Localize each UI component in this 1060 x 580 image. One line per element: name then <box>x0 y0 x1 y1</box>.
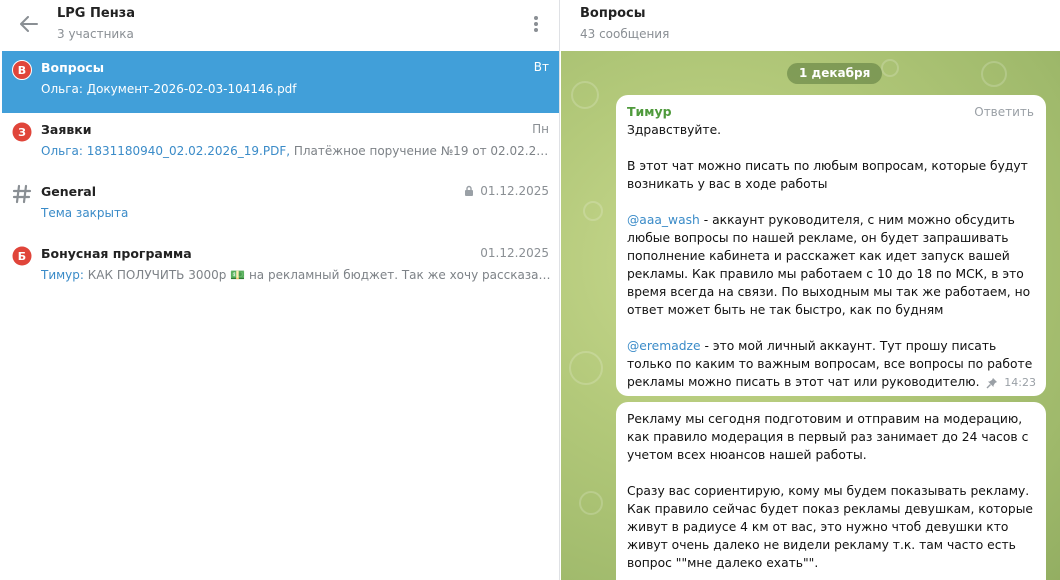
message-text: Рекламу мы сегодня подготовим и отправим… <box>627 412 1029 462</box>
date-separator: 1 декабря <box>787 63 883 84</box>
preview-sender: Тимур: <box>41 268 84 282</box>
topic-date: 01.12.2025 <box>464 184 549 198</box>
preview-sender: Ольга: 1831180940_02.02.2026_19.PDF, <box>41 144 291 158</box>
hash-icon <box>12 184 32 204</box>
topic-badge-icon: В <box>12 60 32 80</box>
topic-date: 01.12.2025 <box>480 246 549 260</box>
lock-icon <box>465 185 474 196</box>
topic-date: Вт <box>533 60 549 74</box>
group-menu-button[interactable] <box>524 10 548 38</box>
background-doodle <box>583 201 603 221</box>
message-time: 14:23 <box>1004 376 1036 389</box>
chat-header[interactable]: Вопросы 43 сообщения <box>561 0 1060 51</box>
group-member-count: 3 участника <box>57 27 134 41</box>
topic-item-bonus[interactable]: Б Бонусная программа 01.12.2025 Тимур: К… <box>2 237 559 299</box>
topics-panel: LPG Пенза 3 участника В Вопросы Вт Ольга… <box>0 0 560 580</box>
topic-item-voprosy[interactable]: В Вопросы Вт Ольга: Документ-2026-02-03-… <box>2 51 559 113</box>
mention-link[interactable]: @eremadze <box>627 339 701 353</box>
mention-link[interactable]: @aaa_wash <box>627 213 700 227</box>
message-text: В этот чат можно писать по любым вопроса… <box>627 159 1028 191</box>
message-text-span: - аккаунт руководителя, с ним можно обсу… <box>627 213 1031 317</box>
preview-text: КАК ПОЛУЧИТЬ 3000р 💵 на рекламный бюджет… <box>83 268 551 282</box>
background-doodle <box>571 81 599 109</box>
background-doodle <box>981 61 1007 87</box>
topic-preview: Тема закрыта <box>41 206 551 220</box>
topic-date-text: 01.12.2025 <box>480 184 549 198</box>
topic-date: Пн <box>532 122 549 136</box>
topic-item-general[interactable]: General 01.12.2025 Тема закрыта <box>2 175 559 237</box>
more-vertical-icon <box>534 16 538 32</box>
svg-text:З: З <box>18 126 26 139</box>
message-text: Сразу вас сориентирую, кому мы будем пок… <box>627 484 1033 570</box>
background-doodle <box>881 59 899 77</box>
svg-text:В: В <box>18 64 26 77</box>
message-bubble[interactable]: Тимур Ответить Здравствуйте. В этот чат … <box>616 95 1046 396</box>
group-title: LPG Пенза <box>57 6 136 21</box>
chat-background[interactable]: 1 декабря Тимур Ответить Здравствуйте. В… <box>561 51 1060 580</box>
reply-button[interactable]: Ответить <box>974 103 1034 121</box>
topic-badge-icon: З <box>12 122 32 142</box>
topic-name: Вопросы <box>41 60 105 75</box>
topic-preview: Тимур: КАК ПОЛУЧИТЬ 3000р 💵 на рекламный… <box>41 268 551 282</box>
topic-name: Бонусная программа <box>41 246 192 261</box>
background-doodle <box>569 351 603 385</box>
background-doodle <box>579 491 603 515</box>
chat-message-count: 43 сообщения <box>580 27 670 41</box>
pin-icon <box>986 378 998 389</box>
chat-title: Вопросы <box>580 6 646 21</box>
message-text: @aaa_wash - аккаунт руководителя, с ним … <box>627 211 1035 319</box>
message-text: @eremadze - это мой личный аккаунт. Тут … <box>627 337 1035 391</box>
message-bubble[interactable]: Рекламу мы сегодня подготовим и отправим… <box>616 402 1046 580</box>
arrow-left-icon <box>20 16 38 32</box>
topic-name: General <box>41 184 96 199</box>
chat-panel: Вопросы 43 сообщения 1 декабря Тимур Отв… <box>561 0 1060 580</box>
topic-preview: Ольга: 1831180940_02.02.2026_19.PDF, Пла… <box>41 144 551 158</box>
preview-text: Платёжное поручение №19 от 02.02.2026 <box>290 144 551 158</box>
svg-text:Б: Б <box>18 250 26 263</box>
topic-preview: Ольга: Документ-2026-02-03-104146.pdf <box>41 82 297 96</box>
topic-closed-label: Тема закрыта <box>41 206 129 220</box>
topic-name: Заявки <box>41 122 92 137</box>
message-text: Здравствуйте. <box>627 123 722 137</box>
group-header: LPG Пенза 3 участника <box>0 0 560 51</box>
topic-item-zayavki[interactable]: З Заявки Пн Ольга: 1831180940_02.02.2026… <box>2 113 559 175</box>
topic-badge-icon: Б <box>12 246 32 266</box>
message-meta: 14:23 <box>986 374 1036 392</box>
back-button[interactable] <box>14 10 44 38</box>
